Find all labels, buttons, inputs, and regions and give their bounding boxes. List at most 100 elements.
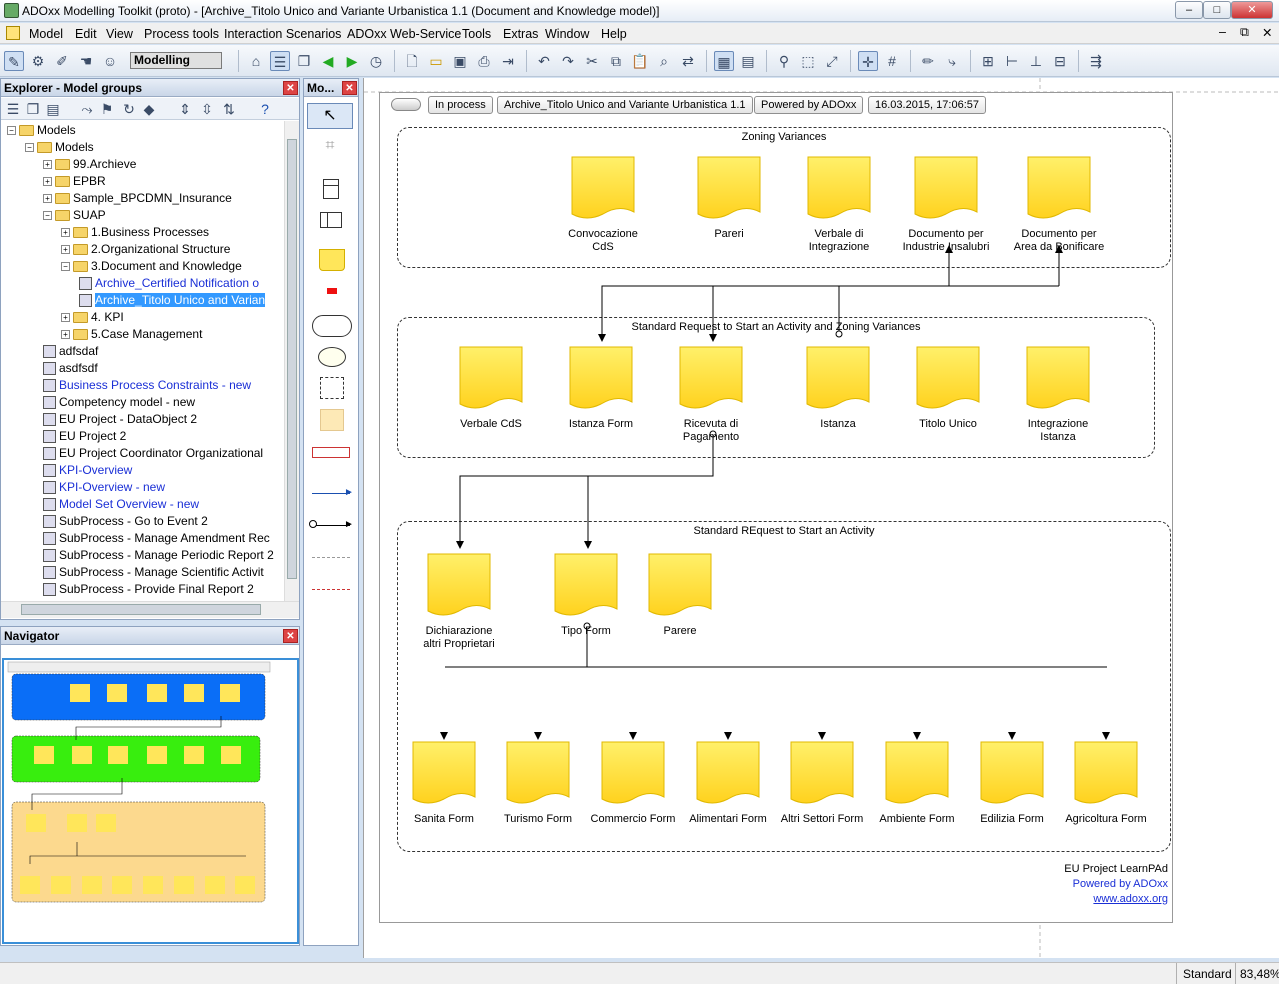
tree-folder[interactable]: +99.Archieve <box>43 156 136 173</box>
export-icon[interactable]: ⇥ <box>498 51 518 71</box>
tree-folder[interactable]: + EPBR <box>43 173 106 190</box>
highlight-icon[interactable]: ✏ <box>918 51 938 71</box>
redo-icon[interactable]: ↷ <box>558 51 578 71</box>
collapse-all-icon[interactable]: ⇳ <box>197 99 217 119</box>
copy-icon[interactable]: ⧉ <box>606 51 626 71</box>
tree-model[interactable]: KPI-Overview <box>43 462 132 479</box>
tree-folder[interactable]: − Models <box>25 139 94 156</box>
document-object[interactable] <box>601 741 665 805</box>
expander-icon[interactable]: + <box>43 160 52 170</box>
tree-folder[interactable]: − Models <box>7 122 76 139</box>
tree-model[interactable]: EU Project 2 <box>43 428 126 445</box>
diamond-icon[interactable]: ◆ <box>139 99 159 119</box>
menu-tools[interactable]: Tools <box>462 27 491 41</box>
filter-icon[interactable]: ⚑ <box>97 99 117 119</box>
home-icon[interactable]: ⌂ <box>246 51 266 71</box>
replace-icon[interactable]: ⇄ <box>678 51 698 71</box>
document-object[interactable] <box>790 741 854 805</box>
document-object[interactable] <box>914 156 978 220</box>
help-icon[interactable]: ? <box>255 99 275 119</box>
tree-vertical-scrollbar[interactable] <box>284 121 299 601</box>
tree-model[interactable]: SubProcess - Manage Scientific Activit <box>43 564 264 581</box>
document-object[interactable] <box>697 156 761 220</box>
expander-icon[interactable]: − <box>43 211 52 221</box>
document-object[interactable] <box>679 346 743 410</box>
db-icon[interactable]: ☰ <box>3 99 23 119</box>
modelling-mode-icon[interactable]: ✎ <box>4 51 24 71</box>
mdi-restore-button[interactable]: ⧉ <box>1240 25 1249 40</box>
menu-edit[interactable]: Edit <box>75 27 97 41</box>
document-tool[interactable] <box>319 249 345 271</box>
people-icon[interactable]: ☺ <box>100 51 120 71</box>
navigator-overview[interactable] <box>2 658 299 944</box>
horizontal-swimlane-tool[interactable] <box>320 212 342 228</box>
model-icon[interactable]: ❐ <box>23 99 43 119</box>
refresh-icon[interactable]: ↻ <box>119 99 139 119</box>
mdi-close-button[interactable]: ✕ <box>1262 25 1272 40</box>
windows-icon[interactable]: ❐ <box>294 51 314 71</box>
undo-icon[interactable]: ↶ <box>534 51 554 71</box>
tree-folder[interactable]: +2.Organizational Structure <box>61 241 230 258</box>
grid-move-icon[interactable]: ✛ <box>858 51 878 71</box>
table-view-icon[interactable]: ▤ <box>738 51 758 71</box>
save-icon[interactable]: ▣ <box>450 51 470 71</box>
tree-folder[interactable]: +4. KPI <box>61 309 124 326</box>
grid-icon[interactable]: # <box>882 51 902 71</box>
document-object[interactable] <box>696 741 760 805</box>
tree-model[interactable]: KPI-Overview - new <box>43 479 165 496</box>
maximize-button[interactable]: □ <box>1203 1 1231 19</box>
folder-tree-icon[interactable]: ▤ <box>43 99 63 119</box>
link-icon[interactable]: ⤳ <box>77 99 97 119</box>
cut-icon[interactable]: ✂ <box>582 51 602 71</box>
expander-icon[interactable]: + <box>43 194 52 204</box>
expand-all-icon[interactable]: ⇕ <box>175 99 195 119</box>
ellipse-tool[interactable] <box>318 347 346 367</box>
distribute-v-icon[interactable]: ⊥ <box>1026 51 1046 71</box>
text-field-tool[interactable] <box>312 447 350 458</box>
tree-model[interactable]: SubProcess - Manage Periodic Report 2 <box>43 547 274 564</box>
expander-icon[interactable]: + <box>61 245 70 255</box>
menu-process-tools[interactable]: Process tools <box>144 27 219 41</box>
document-object[interactable] <box>554 553 618 617</box>
tree-model[interactable]: Archive_Titolo Unico and Varian <box>79 292 266 309</box>
layout-icon[interactable]: ⇶ <box>1086 51 1106 71</box>
back-icon[interactable]: ◀ <box>318 51 338 71</box>
paste-icon[interactable]: 📋 <box>630 51 650 71</box>
expander-icon[interactable]: + <box>61 228 70 238</box>
close-navigator-button[interactable]: ✕ <box>283 629 298 643</box>
tree-model[interactable]: Archive_Certified Notification o <box>79 275 259 292</box>
sort-icon[interactable]: ⇅ <box>219 99 239 119</box>
document-object[interactable] <box>806 346 870 410</box>
menu-help[interactable]: Help <box>601 27 627 41</box>
menu-view[interactable]: View <box>106 27 133 41</box>
document-object[interactable] <box>980 741 1044 805</box>
dashed-line-tool[interactable] <box>312 557 350 558</box>
document-object[interactable] <box>885 741 949 805</box>
expander-icon[interactable]: − <box>25 143 34 153</box>
distribute-h-icon[interactable]: ⊢ <box>1002 51 1022 71</box>
mdi-minimize-button[interactable]: – <box>1219 25 1226 39</box>
tree-model[interactable]: Model Set Overview - new <box>43 496 199 513</box>
tree-model[interactable]: SubProcess - Go to Event 2 <box>43 513 208 530</box>
expander-icon[interactable]: − <box>61 262 70 272</box>
brush-icon[interactable]: ✐ <box>52 51 72 71</box>
menu-window[interactable]: Window <box>545 27 589 41</box>
document-object[interactable] <box>1026 346 1090 410</box>
tree-model[interactable]: SubProcess - Manage Amendment Rec <box>43 530 270 547</box>
expander-icon[interactable]: + <box>43 177 52 187</box>
tree-folder[interactable]: +5.Case Management <box>61 326 202 343</box>
close-button[interactable]: ✕ <box>1231 1 1273 19</box>
knowledge-tool[interactable] <box>327 288 337 294</box>
clock-icon[interactable]: ◷ <box>366 51 386 71</box>
zoom-area-icon[interactable]: ⬚ <box>798 51 818 71</box>
document-object[interactable] <box>648 553 712 617</box>
swimlane-cross-tool[interactable]: ⌗ <box>318 137 342 159</box>
forward-icon[interactable]: ▶ <box>342 51 362 71</box>
hand-icon[interactable]: ☚ <box>76 51 96 71</box>
connector-icon[interactable]: ⤷ <box>942 51 962 71</box>
align-icon[interactable]: ⊞ <box>978 51 998 71</box>
document-object[interactable] <box>569 346 633 410</box>
zoom-icon[interactable]: ⚲ <box>774 51 794 71</box>
document-object[interactable] <box>459 346 523 410</box>
footer-url-link[interactable]: www.adoxx.org <box>1093 893 1168 905</box>
